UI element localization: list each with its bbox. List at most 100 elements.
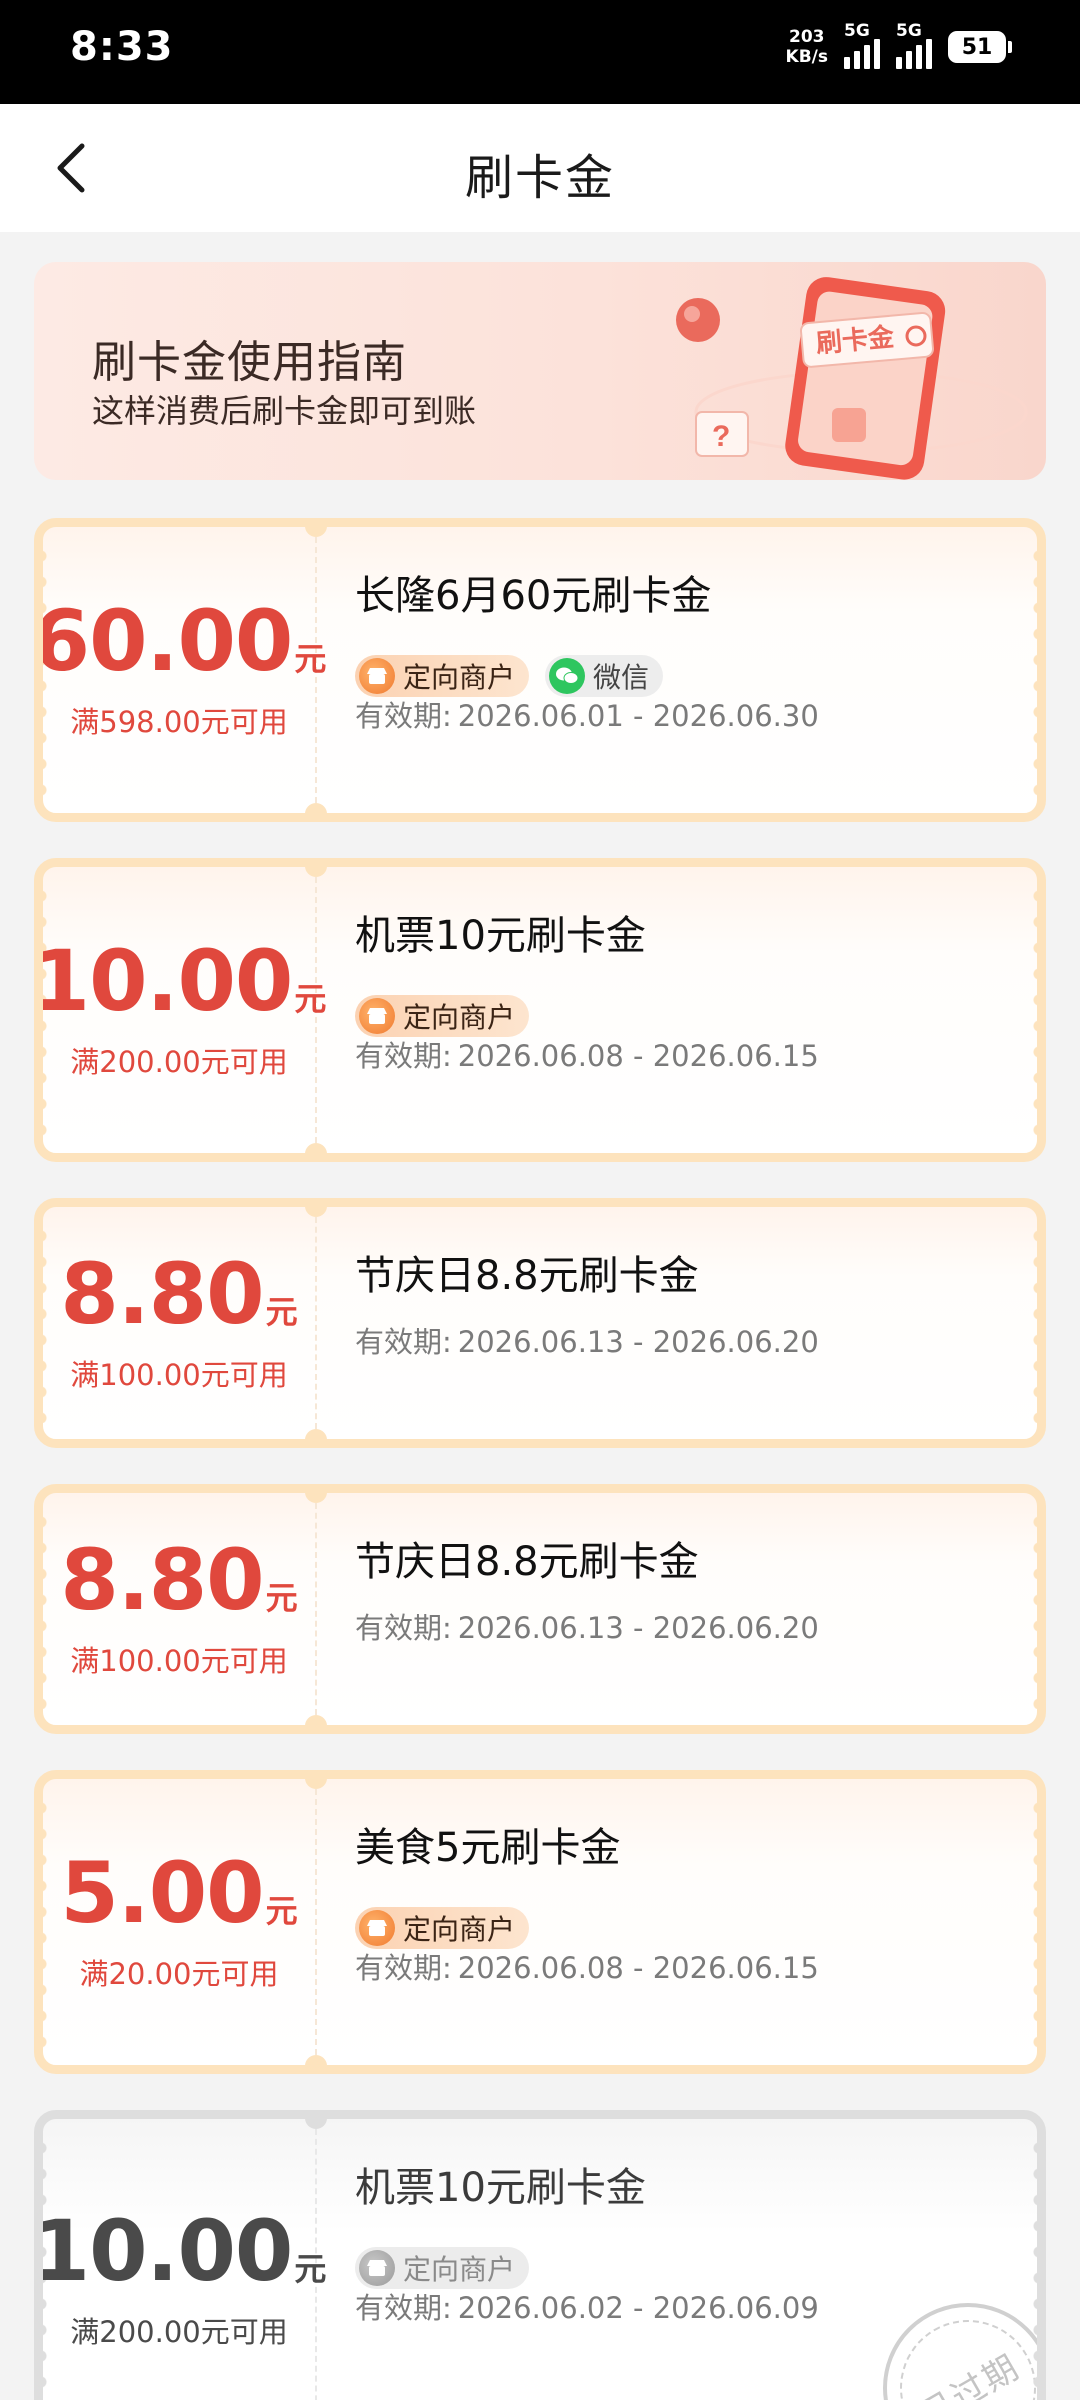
- validity-label: 有效期:: [355, 1951, 452, 1985]
- coupon-unit: 元: [265, 1892, 298, 1930]
- store-icon: [359, 1910, 395, 1946]
- validity-dates: 2026.06.08 - 2026.06.15: [457, 1951, 819, 1985]
- coupon-card[interactable]: 5.00 元 满20.00元可用 美食5元刷卡金 定向商户 有效期: 2026.0…: [34, 1770, 1046, 2074]
- coupon-amount: 60.00: [34, 592, 293, 690]
- validity-label: 有效期:: [355, 699, 452, 733]
- coupon-info: 节庆日8.8元刷卡金 有效期: 2026.06.13 - 2026.06.20: [355, 1493, 1017, 1725]
- validity-label: 有效期:: [355, 1039, 452, 1073]
- coupon-amount-line: 8.80 元: [60, 1538, 297, 1622]
- coupon-unit: 元: [294, 2250, 327, 2288]
- coupon-amount-line: 10.00 元: [34, 2202, 327, 2300]
- coupon-threshold: 满598.00元可用: [70, 705, 288, 739]
- tag-label: 定向商户: [403, 661, 516, 694]
- coupon-validity: 有效期: 2026.06.02 - 2026.06.09: [355, 2285, 819, 2327]
- tag-label: 定向商户: [403, 1001, 516, 1034]
- coupon-threshold: 满100.00元可用: [70, 1644, 288, 1678]
- guide-title: 刷卡金使用指南: [92, 337, 407, 388]
- coupon-amount-block: 8.80 元 满100.00元可用: [43, 1493, 315, 1725]
- coupon-info: 长隆6月60元刷卡金 定向商户 微信 有效期: 2026.06.01 - 2026…: [355, 527, 1017, 813]
- coupon-amount: 10.00: [34, 932, 293, 1030]
- coupon-amount-line: 8.80 元: [60, 1252, 297, 1336]
- signal-2-icon: 5G: [896, 21, 932, 69]
- validity-dates: 2026.06.13 - 2026.06.20: [457, 1611, 819, 1645]
- network-speed-unit: KB/s: [785, 47, 828, 67]
- coupon-amount: 10.00: [34, 2202, 293, 2300]
- network-speed: 203 KB/s: [786, 27, 828, 67]
- coupon-validity: 有效期: 2026.06.01 - 2026.06.30: [355, 693, 819, 735]
- coupon-unit: 元: [265, 1293, 298, 1331]
- guide-banner[interactable]: 刷卡金使用指南 这样消费后刷卡金即可到账 刷卡金 ?: [34, 262, 1046, 480]
- coupon-amount-block: 60.00 元 满598.00元可用: [43, 527, 326, 813]
- coupon-info: 美食5元刷卡金 定向商户 有效期: 2026.06.08 - 2026.06.15: [355, 1779, 1017, 2065]
- coupon-threshold: 满200.00元可用: [70, 1045, 288, 1079]
- coupon-threshold: 满20.00元可用: [79, 1957, 279, 1991]
- coupon-amount: 8.80: [60, 1245, 264, 1343]
- tag-label: 微信: [593, 661, 650, 694]
- coupon-amount: 8.80: [60, 1531, 264, 1629]
- coupon-validity: 有效期: 2026.06.13 - 2026.06.20: [355, 1319, 819, 1361]
- coupon-amount-block: 10.00 元 满200.00元可用: [43, 2119, 326, 2400]
- coupon-divider: [315, 1789, 317, 2055]
- coupon-unit: 元: [294, 980, 327, 1018]
- validity-label: 有效期:: [355, 1611, 452, 1645]
- coupon-name: 节庆日8.8元刷卡金: [355, 1539, 699, 1585]
- coupon-validity: 有效期: 2026.06.08 - 2026.06.15: [355, 1945, 819, 1987]
- status-time: 8:33: [70, 24, 174, 70]
- coupon-amount-block: 10.00 元 满200.00元可用: [43, 867, 326, 1153]
- svg-text:?: ?: [712, 420, 730, 453]
- coupon-info: 节庆日8.8元刷卡金 有效期: 2026.06.13 - 2026.06.20: [355, 1207, 1017, 1439]
- status-indicators: 203 KB/s 5G 5G 51: [786, 21, 1012, 72]
- coupon-divider: [315, 1217, 317, 1429]
- coupon-amount-block: 5.00 元 满20.00元可用: [43, 1779, 315, 2065]
- tag-wechat: 微信: [545, 655, 664, 697]
- validity-dates: 2026.06.08 - 2026.06.15: [457, 1039, 819, 1073]
- guide-subtitle: 这样消费后刷卡金即可到账: [92, 392, 477, 430]
- coupon-unit: 元: [265, 1579, 298, 1617]
- coupon-name: 长隆6月60元刷卡金: [355, 573, 712, 619]
- coupon-tags: 定向商户 微信: [355, 655, 664, 697]
- store-icon: [359, 658, 395, 694]
- coupon-amount-block: 8.80 元 满100.00元可用: [43, 1207, 315, 1439]
- coupon-card[interactable]: 10.00 元 满200.00元可用 机票10元刷卡金 定向商户 有效期: 202…: [34, 858, 1046, 1162]
- coupon-divider: [315, 1503, 317, 1715]
- tag-label: 定向商户: [403, 2253, 516, 2286]
- coupon-threshold: 满100.00元可用: [70, 1358, 288, 1392]
- wechat-icon: [549, 658, 586, 694]
- coupon-tags: 定向商户: [355, 2247, 530, 2289]
- coupon-amount-line: 5.00 元: [60, 1851, 297, 1935]
- validity-label: 有效期:: [355, 2291, 452, 2325]
- battery-icon: 51: [948, 31, 1012, 63]
- coupon-validity: 有效期: 2026.06.13 - 2026.06.20: [355, 1605, 819, 1647]
- coupon-threshold: 满200.00元可用: [70, 2315, 288, 2349]
- coupon-name: 机票10元刷卡金: [355, 913, 646, 959]
- store-icon: [359, 998, 395, 1034]
- network-speed-value: 203: [789, 27, 825, 47]
- validity-dates: 2026.06.13 - 2026.06.20: [457, 1325, 819, 1359]
- coupon-tags: 定向商户: [355, 1907, 530, 1949]
- tag-merchant: 定向商户: [355, 995, 530, 1037]
- tag-merchant: 定向商户: [355, 655, 530, 697]
- tag-merchant: 定向商户: [355, 2247, 530, 2289]
- tag-label: 定向商户: [403, 1913, 516, 1946]
- coupon-info: 机票10元刷卡金 定向商户 有效期: 2026.06.08 - 2026.06.1…: [355, 867, 1017, 1153]
- coupon-name: 机票10元刷卡金: [355, 2165, 646, 2211]
- coupon-tags: 定向商户: [355, 995, 530, 1037]
- store-icon: [359, 2250, 395, 2286]
- coupon-validity: 有效期: 2026.06.08 - 2026.06.15: [355, 1033, 819, 1075]
- status-bar: 8:33 203 KB/s 5G 5G 51: [0, 0, 1080, 104]
- tag-merchant: 定向商户: [355, 1907, 530, 1949]
- coupon-card[interactable]: 10.00 元 满200.00元可用 机票10元刷卡金 定向商户 有效期: 202…: [34, 2110, 1046, 2400]
- signal-1-label: 5G: [844, 21, 870, 41]
- coupon-card[interactable]: 8.80 元 满100.00元可用 节庆日8.8元刷卡金 有效期: 2026.06…: [34, 1484, 1046, 1734]
- coupon-card[interactable]: 60.00 元 满598.00元可用 长隆6月60元刷卡金 定向商户 微信 有效…: [34, 518, 1046, 822]
- coupon-card[interactable]: 8.80 元 满100.00元可用 节庆日8.8元刷卡金 有效期: 2026.06…: [34, 1198, 1046, 1448]
- signal-1-icon: 5G: [844, 21, 880, 69]
- battery-level: 51: [961, 34, 993, 60]
- coupon-amount: 5.00: [60, 1844, 264, 1942]
- coupon-name: 节庆日8.8元刷卡金: [355, 1253, 699, 1299]
- signal-2-label: 5G: [896, 21, 922, 41]
- coupon-amount-line: 60.00 元: [34, 592, 326, 690]
- page-title: 刷卡金: [464, 150, 615, 206]
- validity-dates: 2026.06.01 - 2026.06.30: [457, 699, 819, 733]
- validity-label: 有效期:: [355, 1325, 452, 1359]
